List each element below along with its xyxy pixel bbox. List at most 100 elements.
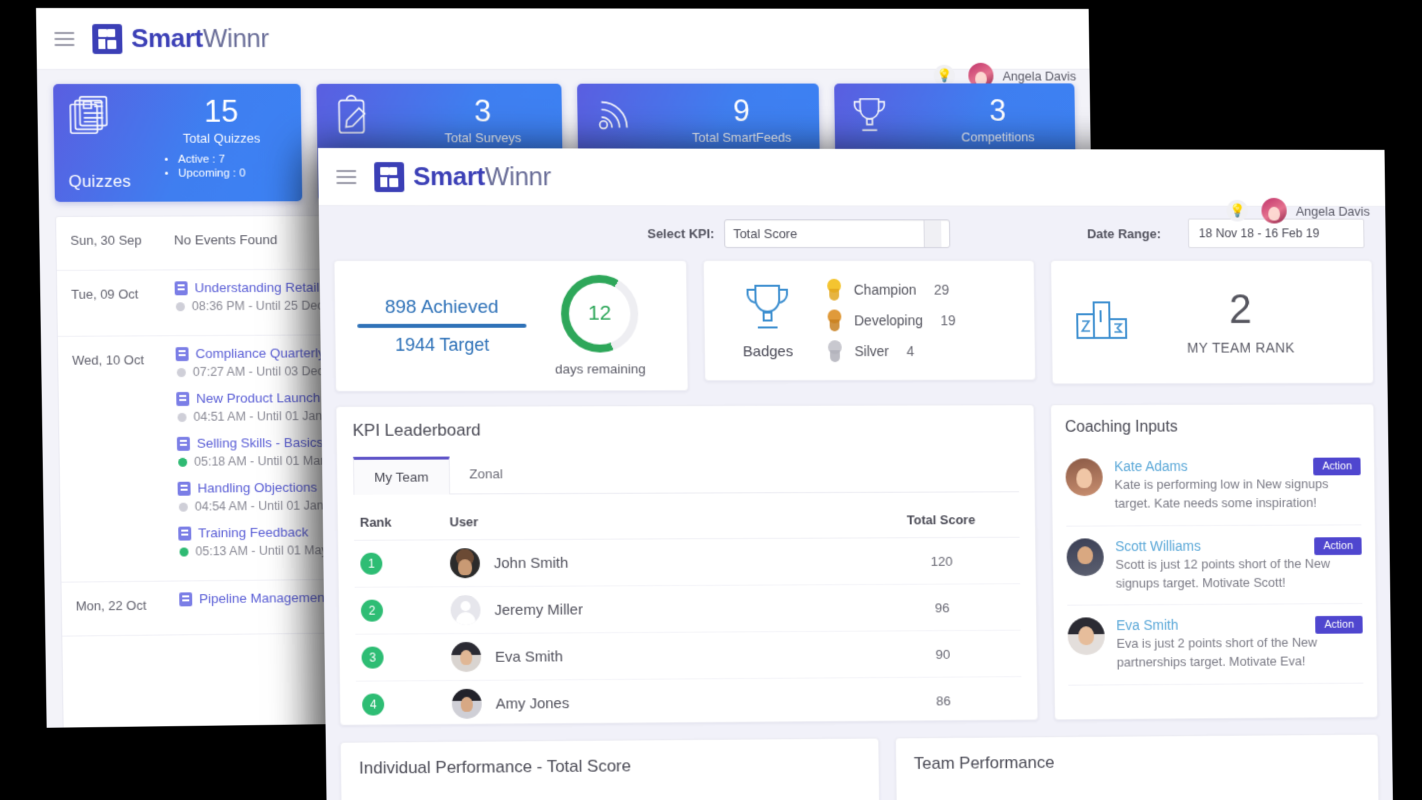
badge-name: Developing [854,312,924,329]
badge-count: 29 [933,281,950,298]
avatar [451,688,482,719]
user-cell: Jeremy Miller [444,584,865,634]
leaderboard-table: Rank User Total Score 1 John Smith 120 2… [353,502,1022,726]
table-row[interactable]: 1 John Smith 120 [354,537,1021,588]
app-logo[interactable]: SmartWinnr [92,23,269,54]
status-dot [179,547,189,557]
table-header-row: Rank User Total Score [353,502,1020,541]
status-dot [177,412,187,422]
app-name-bold: Smart [412,161,486,192]
app-name: SmartWinnr [413,161,551,192]
rank-cell: 1 [354,539,445,588]
avatar [1067,617,1105,656]
badges-list: Champion 29 Developing 19 Silver 4 [812,270,1017,371]
trophy-icon [742,281,794,335]
team-rank-card: 2 MY TEAM RANK [1050,259,1375,385]
front-window-userbar: 💡 Angela Davis [977,189,1386,233]
action-button[interactable]: Action [1313,457,1361,476]
status-dot [175,301,185,311]
kpi-card-bullets: Active : 7 Upcoming : 0 [156,153,288,179]
front-window-body: Select KPI: Total Score Date Range: 18 N… [318,205,1394,800]
event-title: Handling Objections [197,479,318,496]
kpi-dashboard-window-front: SmartWinnr 💡 Angela Davis Select KPI: To… [318,148,1394,800]
select-kpi-value: Total Score [733,225,798,241]
coaching-item[interactable]: Scott Williams Scott is just 12 points s… [1066,525,1363,607]
event-time: 05:13 AM - Until 01 May [195,543,328,559]
badge-item-silver: Silver 4 [825,340,1017,363]
badges-label: Badges [742,343,794,361]
event-title: Compliance Quarterly Q [195,345,340,362]
screenshot-stage: SmartWinnr 💡 Angela Davis Quizzes 15 Tot… [0,0,1422,800]
app-logo[interactable]: SmartWinnr [374,161,551,192]
table-row[interactable]: 3 Eva Smith 90 [355,630,1022,682]
individual-performance-card: Individual Performance - Total Score [339,737,881,800]
user-menu[interactable]: Angela Davis [1261,197,1370,224]
lightbulb-help-icon[interactable]: 💡 [1226,199,1249,222]
rank-cell: 4 [355,680,447,726]
performance-charts-row: Individual Performance - Total Score Tea… [339,733,1381,800]
avatar [450,595,481,626]
quiz-icon [176,436,190,451]
quizzes-icon [67,94,114,138]
smartfeeds-icon [590,94,636,138]
tab-zonal[interactable]: Zonal [449,456,523,493]
quiz-icon [174,280,188,295]
stats-cards-row: 898 Achieved 1944 Target 12 days remaini… [333,259,1375,392]
silver-medal-icon [825,340,845,363]
hamburger-menu-icon[interactable] [54,31,75,46]
kpi-card-label: Total Surveys [444,129,522,145]
avatar [1066,538,1104,576]
table-row[interactable]: 4 Amy Jones 86 [355,676,1022,726]
column-total-score: Total Score [862,502,1020,538]
quiz-icon [177,481,191,496]
user-name: Amy Jones [495,694,570,713]
event-title: Selling Skills - Basics [196,434,324,451]
quiz-icon [176,391,190,406]
badge-name: Silver [854,343,890,360]
smartwinnr-logo-icon [92,23,123,54]
user-name: Angela Davis [1295,203,1370,219]
select-kpi-label: Select KPI: [647,225,715,241]
podium-icon [1073,294,1130,350]
progress-rule [357,323,527,328]
days-remaining-gauge: 12 days remaining [530,274,670,377]
coaching-item[interactable]: Eva Smith Eva is just 2 points short of … [1067,604,1364,686]
bronze-medal-icon [825,309,845,332]
badges-icon-block: Badges [722,281,814,361]
tab-my-team[interactable]: My Team [352,456,450,495]
user-name: Angela Davis [1002,68,1077,83]
app-name-light: Winnr [202,23,270,53]
smartwinnr-logo-icon [374,161,405,192]
kpi-bullet-upcoming: Upcoming : 0 [178,167,288,179]
coaching-text: Eva is just 2 points short of the New pa… [1116,635,1318,670]
coaching-text: Kate is performing low in New signups ta… [1114,476,1329,511]
badge-count: 4 [906,343,915,359]
badge-item-champion: Champion 29 [824,278,1016,301]
kpi-card-value: 3 [473,93,492,129]
rank-cell: 3 [355,633,446,682]
kpi-card-value: 9 [732,93,751,128]
competitions-icon [848,93,893,136]
action-button[interactable]: Action [1314,536,1362,555]
kpi-leaderboard-title: KPI Leaderboard [352,420,481,440]
app-name-bold: Smart [130,23,204,53]
app-name: SmartWinnr [131,23,269,54]
kpi-card-value: 15 [203,93,239,129]
leaderboard-and-coaching-row: KPI Leaderboard My Team Zonal Rank User … [335,403,1379,726]
hamburger-menu-icon[interactable] [336,169,357,184]
user-name: Jeremy Miller [494,600,584,619]
table-row[interactable]: 2 Jeremy Miller 96 [354,583,1021,635]
column-rank: Rank [353,504,444,541]
chevron-down-icon [923,219,942,247]
calendar-date: Tue, 09 Oct [71,286,139,302]
user-name: Eva Smith [494,647,563,666]
event-time: 04:51 AM - Until 01 Jan [193,409,323,424]
select-kpi-dropdown[interactable]: Total Score [724,218,951,248]
achievement-card: 898 Achieved 1944 Target 12 days remaini… [333,259,689,392]
badge-name: Champion [853,281,917,298]
user-cell: John Smith [443,537,864,587]
action-button[interactable]: Action [1315,616,1363,635]
status-dot [176,367,186,377]
coaching-item[interactable]: Kate Adams Kate is performing low in New… [1065,445,1362,527]
kpi-card-quizzes[interactable]: Quizzes 15 Total Quizzes Active : 7 Upco… [53,83,303,202]
